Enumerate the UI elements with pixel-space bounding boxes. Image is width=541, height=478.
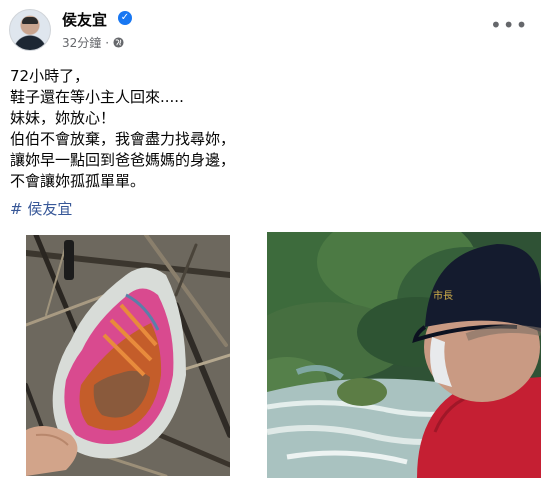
river-photo-graphic: 市長: [267, 232, 541, 478]
post-line: 讓妳早一點回到爸爸媽媽的身邊，: [10, 151, 236, 169]
globe-icon: [113, 37, 124, 48]
cap-text: 市長: [433, 289, 453, 302]
photo-shoe-in-debris[interactable]: [26, 235, 230, 476]
post-line: 鞋子還在等小主人回來.....: [10, 88, 184, 106]
shoe-photo-graphic: [26, 235, 230, 476]
post-meta: 32分鐘 ·: [62, 34, 124, 51]
post-line: 伯伯不會放棄，我會盡力找尋妳，: [10, 130, 236, 148]
avatar[interactable]: [9, 9, 51, 51]
separator: ·: [105, 35, 110, 50]
post-line: 妹妹，妳放心！: [10, 109, 116, 127]
post-time[interactable]: 32分鐘: [62, 34, 101, 51]
author-name[interactable]: 侯友宜: [62, 9, 107, 30]
post-text: 72小時了， 鞋子還在等小主人回來..... 妹妹，妳放心！ 伯伯不會放棄，我會…: [10, 66, 530, 192]
verified-badge-icon: ✓: [118, 11, 132, 25]
post-line: 不會讓妳孤孤單單。: [10, 172, 146, 190]
post-header: 侯友宜 ✓ 32分鐘 · •••: [0, 0, 541, 60]
photo-man-in-cap-by-river[interactable]: 市長: [267, 232, 541, 478]
avatar-hair: [22, 17, 38, 24]
hashtag-link[interactable]: # 侯友宜: [10, 198, 72, 219]
more-options-icon[interactable]: •••: [490, 15, 527, 38]
post-line: 72小時了，: [10, 67, 90, 85]
